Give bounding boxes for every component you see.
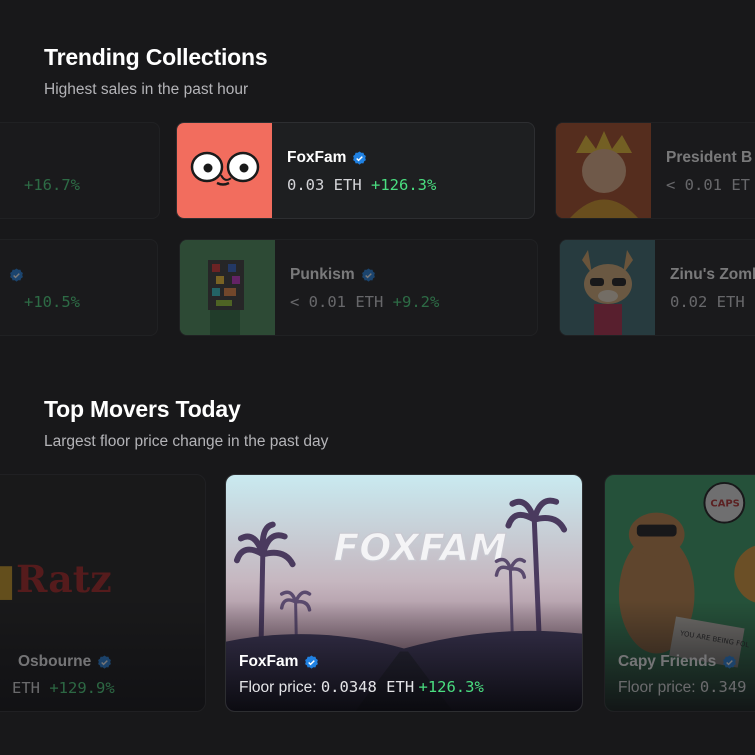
mover-price-label: Floor price: <box>618 679 700 696</box>
verified-badge-icon <box>723 654 737 669</box>
trending-change: +126.3% <box>371 176 437 194</box>
mover-change: +126.3% <box>418 678 484 696</box>
trending-card-foxfam[interactable]: FoxFam 0.03 ETH +126.3% <box>176 122 535 219</box>
verified-badge-icon <box>98 654 112 669</box>
trending-price: < 0.01 ETH <box>290 293 384 311</box>
movers-title: Top Movers Today <box>44 396 241 422</box>
mover-name: Capy Friends <box>618 653 717 670</box>
mover-name: Osbourne <box>18 653 92 670</box>
svg-text:CAPS: CAPS <box>710 499 739 510</box>
trending-name: President B <box>666 149 753 166</box>
punkism-thumbnail <box>180 240 275 335</box>
trending-card-partial-left-1[interactable]: +16.7% <box>0 122 160 219</box>
mover-price: ETH <box>12 679 40 697</box>
trending-title: Trending Collections <box>44 44 268 70</box>
verified-badge-icon <box>305 654 319 669</box>
verified-badge-icon <box>353 150 367 165</box>
trending-subtitle: Highest sales in the past hour <box>44 81 249 98</box>
mover-name: FoxFam <box>239 653 299 670</box>
trending-price: < 0.01 ET <box>666 176 750 194</box>
mover-price-label: Floor price: <box>239 679 321 696</box>
trending-card-punkism[interactable]: Punkism < 0.01 ETH +9.2% <box>179 239 538 336</box>
trending-change: +10.5% <box>24 293 80 311</box>
verified-badge-icon <box>361 267 375 282</box>
trending-price: 0.02 ETH <box>670 293 745 311</box>
trending-card-partial-left-2[interactable]: +10.5% <box>0 239 158 336</box>
zinu-thumbnail <box>560 240 655 335</box>
mover-card-foxfam[interactable]: FOXFAM FoxFam Floor price: 0.0348 ETH +1… <box>225 474 583 712</box>
trending-change: +16.7% <box>24 176 80 194</box>
mover-price: 0.0348 ETH <box>320 678 415 696</box>
foxfam-thumbnail <box>177 123 272 218</box>
president-thumbnail <box>556 123 651 218</box>
mover-change: +129.9% <box>49 679 115 697</box>
movers-subtitle: Largest floor price change in the past d… <box>44 433 329 450</box>
mover-price: 0.349 <box>699 678 747 696</box>
trending-card-president[interactable]: President B < 0.01 ET <box>555 122 755 219</box>
mover-card-capy-friends[interactable]: CAPS YOU ARE BEING FOL Capy Friends Floo… <box>604 474 755 712</box>
trending-price: 0.03 ETH <box>287 176 362 194</box>
trending-name: Punkism <box>290 266 355 283</box>
mover-card-osbourne[interactable]: Ratz Osbourne ETH +129.9% <box>0 474 206 712</box>
svg-text:Ratz: Ratz <box>16 557 112 601</box>
trending-change: +9.2% <box>392 293 440 311</box>
trending-name: Zinu's Zomb <box>670 266 755 283</box>
verified-badge-icon <box>10 268 23 282</box>
trending-card-zinus-zombies[interactable]: Zinu's Zomb 0.02 ETH <box>559 239 755 336</box>
svg-text:FOXFAM: FOXFAM <box>333 525 506 569</box>
trending-name: FoxFam <box>287 149 347 166</box>
